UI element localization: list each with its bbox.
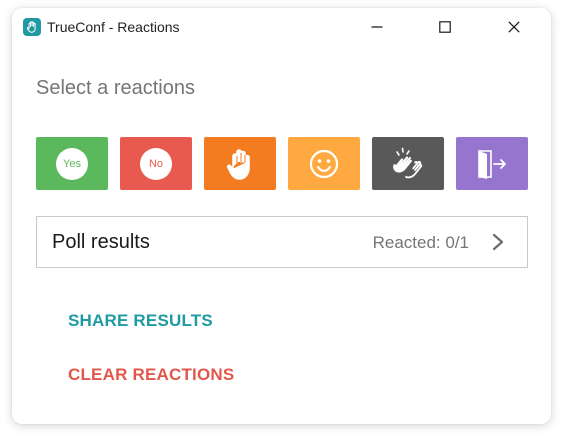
close-icon [508,21,520,33]
select-reaction-heading: Select a reactions [36,77,195,99]
maximize-icon [439,21,451,33]
clapping-hands-icon [393,147,423,178]
reacted-count: Reacted: 0/1 [372,233,469,252]
yes-badge-icon: Yes [56,147,88,180]
raised-hand-icon [226,148,250,180]
close-button[interactable] [491,10,537,44]
title-bar[interactable]: TrueConf - Reactions [12,8,551,46]
poll-results-title: Poll results [52,231,150,253]
app-hand-icon [23,18,41,36]
poll-results-row[interactable]: Poll results Reacted: 0/1 [36,216,528,268]
reaction-buttons-row: Yes No [36,137,528,190]
reaction-leave-button[interactable] [456,137,528,190]
minimize-button[interactable] [354,10,400,44]
yes-label: Yes [63,157,81,170]
share-results-button[interactable]: SHARE RESULTS [68,311,213,331]
maximize-button[interactable] [422,10,468,44]
no-label: No [148,157,164,170]
reaction-applause-button[interactable] [372,137,444,190]
reaction-smile-button[interactable] [288,137,360,190]
no-badge-icon: No [140,147,172,180]
reaction-yes-button[interactable]: Yes [36,137,108,190]
exit-door-icon [478,149,506,179]
minimize-icon [371,26,383,28]
smiley-face-icon [309,149,339,178]
reaction-no-button[interactable]: No [120,137,192,190]
reactions-window: TrueConf - Reactions Select a reactions … [12,8,551,424]
reaction-raise-hand-button[interactable] [204,137,276,190]
window-title: TrueConf - Reactions [47,19,180,35]
clear-reactions-button[interactable]: CLEAR REACTIONS [68,365,234,385]
chevron-right-icon [492,233,504,251]
